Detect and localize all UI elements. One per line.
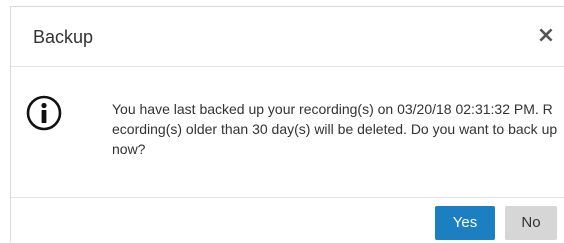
backup-dialog: Backup × You have last backed up your re… — [10, 6, 564, 242]
dialog-footer: Yes No — [11, 197, 564, 243]
dialog-body: You have last backed up your recording(s… — [11, 67, 564, 197]
dialog-header: Backup × — [11, 7, 564, 67]
dialog-message: You have last backed up your recording(s… — [112, 101, 558, 157]
info-icon — [26, 95, 62, 131]
yes-button[interactable]: Yes — [435, 206, 495, 240]
close-icon[interactable]: × — [535, 24, 557, 48]
dialog-title: Backup — [33, 27, 94, 47]
no-button[interactable]: No — [505, 206, 557, 240]
